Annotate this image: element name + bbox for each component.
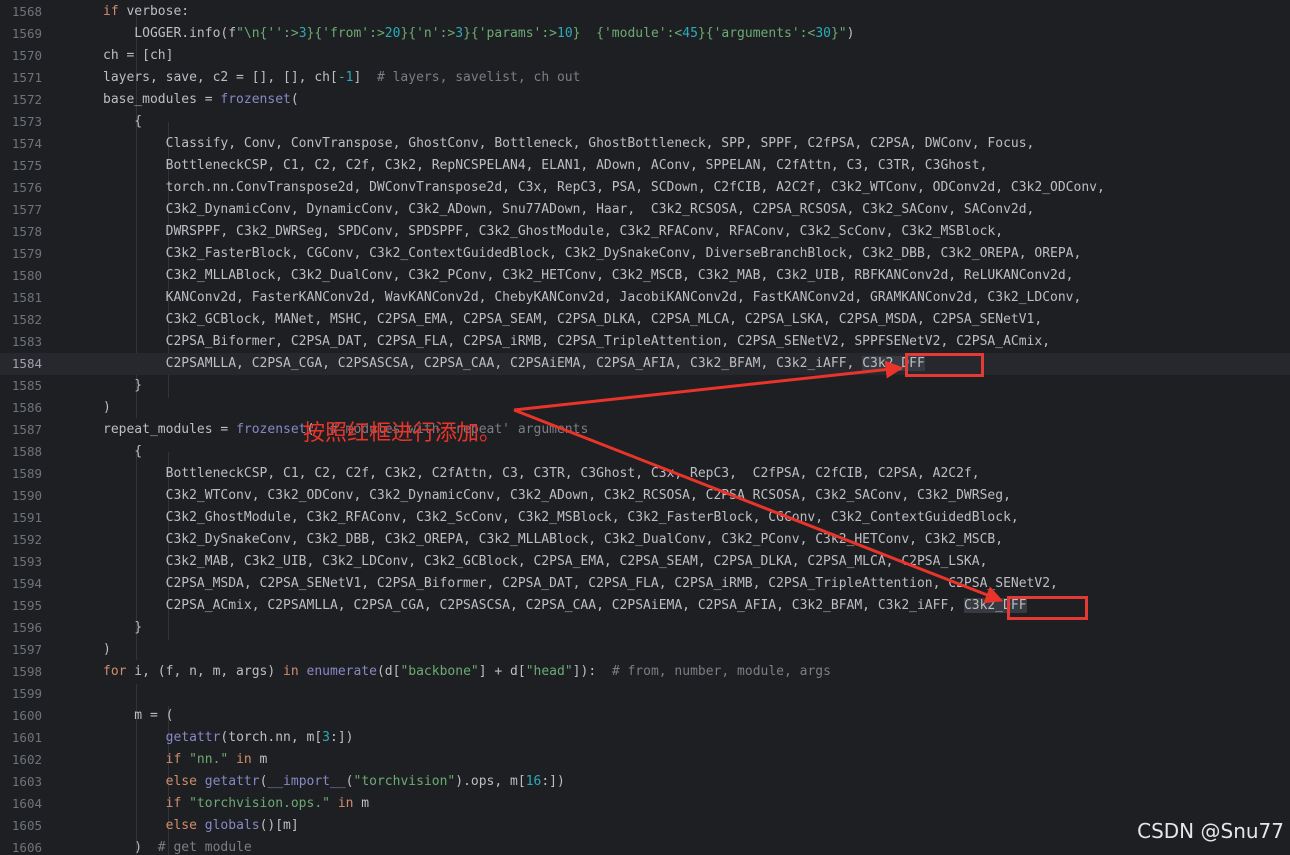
- arrow-to-repeat-modules: [513, 408, 1004, 604]
- arrow-to-base-modules: [513, 360, 904, 412]
- watermark: CSDN @Snu77: [1137, 819, 1284, 843]
- annotation-text: 按照红框进行添加。: [303, 421, 502, 446]
- annotation-arrows: [513, 360, 1004, 604]
- code-editor[interactable]: 1568 if verbose: 1569 LOGGER.info(f"\n{'':…: [0, 0, 1290, 855]
